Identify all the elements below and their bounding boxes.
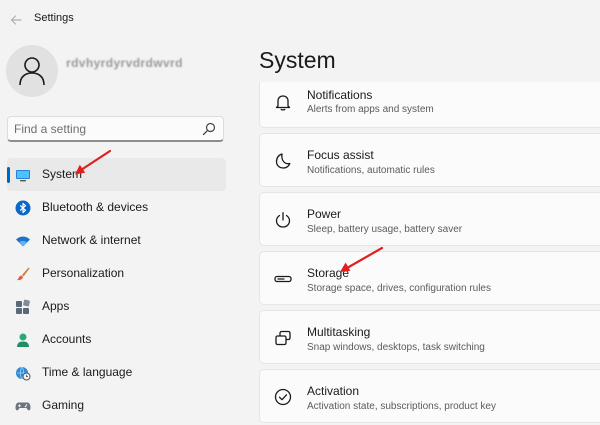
card-title: Notifications (307, 88, 373, 102)
card-subtitle: Sleep, battery usage, battery saver (307, 224, 463, 235)
card-subtitle: Snap windows, desktops, task switching (307, 342, 485, 353)
sidebar-item-bluetooth[interactable]: Bluetooth & devices (7, 191, 226, 224)
search-icon[interactable] (202, 122, 216, 136)
sidebar-nav: System Bluetooth & devices Network & int… (0, 158, 232, 422)
selection-indicator (7, 167, 10, 183)
globe-clock-icon (16, 366, 31, 381)
card-subtitle: Storage space, drives, configuration rul… (307, 283, 491, 294)
card-power[interactable]: Power Sleep, battery usage, battery save… (259, 192, 600, 246)
bluetooth-icon (15, 200, 31, 216)
search-box[interactable] (7, 116, 224, 142)
card-subtitle: Alerts from apps and system (307, 104, 434, 115)
card-subtitle: Notifications, automatic rules (307, 165, 435, 176)
page-title: System (259, 47, 336, 73)
bell-icon (275, 95, 291, 111)
app-title: Settings (34, 12, 74, 24)
card-storage[interactable]: Storage Storage space, drives, configura… (259, 251, 600, 305)
gamepad-icon (15, 402, 31, 411)
sidebar-item-label: Time & language (42, 365, 133, 379)
check-circle-icon (274, 388, 292, 406)
power-icon (275, 212, 291, 228)
card-title: Storage (307, 266, 350, 280)
card-title: Focus assist (307, 148, 374, 162)
sidebar-item-label: Apps (42, 299, 70, 313)
person-icon (17, 333, 29, 347)
card-title: Multitasking (307, 325, 371, 339)
card-subtitle: Activation state, subscriptions, product… (307, 401, 496, 412)
sidebar-item-label: System (42, 167, 83, 181)
sidebar-item-label: Gaming (42, 398, 85, 412)
monitor-icon (16, 170, 30, 182)
sidebar-item-label: Accounts (42, 332, 92, 346)
search-input[interactable] (14, 120, 194, 138)
brush-icon (17, 267, 30, 281)
card-title: Activation (307, 384, 360, 398)
title-bar: Settings (0, 0, 600, 40)
back-button[interactable] (6, 10, 26, 30)
card-notifications[interactable]: Notifications Alerts from apps and syste… (259, 82, 600, 128)
back-arrow-icon (10, 15, 22, 25)
person-avatar-icon (19, 57, 45, 86)
wifi-icon (16, 236, 30, 247)
card-focus-assist[interactable]: Focus assist Notifications, automatic ru… (259, 133, 600, 187)
sidebar-item-network[interactable]: Network & internet (7, 224, 226, 257)
avatar (6, 45, 58, 97)
sidebar-item-label: Bluetooth & devices (42, 200, 149, 214)
account-name: rdvhyrdyrvdrdwvrd (66, 56, 183, 70)
sidebar-item-gaming[interactable]: Gaming (7, 389, 226, 422)
drive-icon (274, 275, 292, 283)
sidebar-item-accounts[interactable]: Accounts (7, 323, 226, 356)
moon-icon (275, 153, 291, 169)
card-activation[interactable]: Activation Activation state, subscriptio… (259, 369, 600, 423)
card-title: Power (307, 207, 342, 221)
sidebar-item-label: Personalization (42, 266, 125, 280)
apps-icon (16, 299, 30, 314)
sidebar-item-label: Network & internet (42, 233, 141, 247)
card-multitasking[interactable]: Multitasking Snap windows, desktops, tas… (259, 310, 600, 364)
sidebar-item-apps[interactable]: Apps (7, 290, 226, 323)
multitask-icon (275, 330, 291, 346)
sidebar-item-system[interactable]: System (7, 158, 226, 191)
sidebar-item-personalization[interactable]: Personalization (7, 257, 226, 290)
account-profile[interactable]: rdvhyrdyrvdrdwvrd (6, 45, 236, 99)
sidebar-item-time-language[interactable]: Time & language (7, 356, 226, 389)
